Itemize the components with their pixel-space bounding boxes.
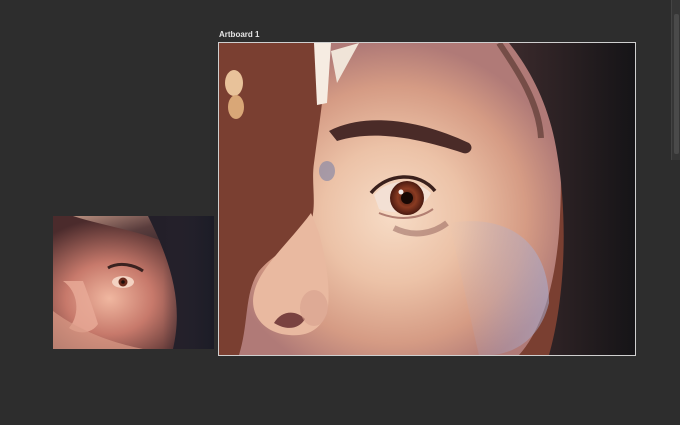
artboard-canvas[interactable] xyxy=(218,42,636,356)
swatch-light[interactable] xyxy=(225,70,243,96)
portrait-painting xyxy=(219,43,635,355)
vertical-scrollbar-track[interactable] xyxy=(671,0,680,160)
canvas-workspace[interactable]: Artboard 1 xyxy=(0,0,680,425)
swatch-mid[interactable] xyxy=(228,95,244,119)
reference-photo-image xyxy=(53,216,214,349)
vertical-scrollbar-thumb[interactable] xyxy=(674,14,679,154)
artboard-title[interactable]: Artboard 1 xyxy=(219,30,259,39)
reference-photo[interactable] xyxy=(53,216,214,349)
